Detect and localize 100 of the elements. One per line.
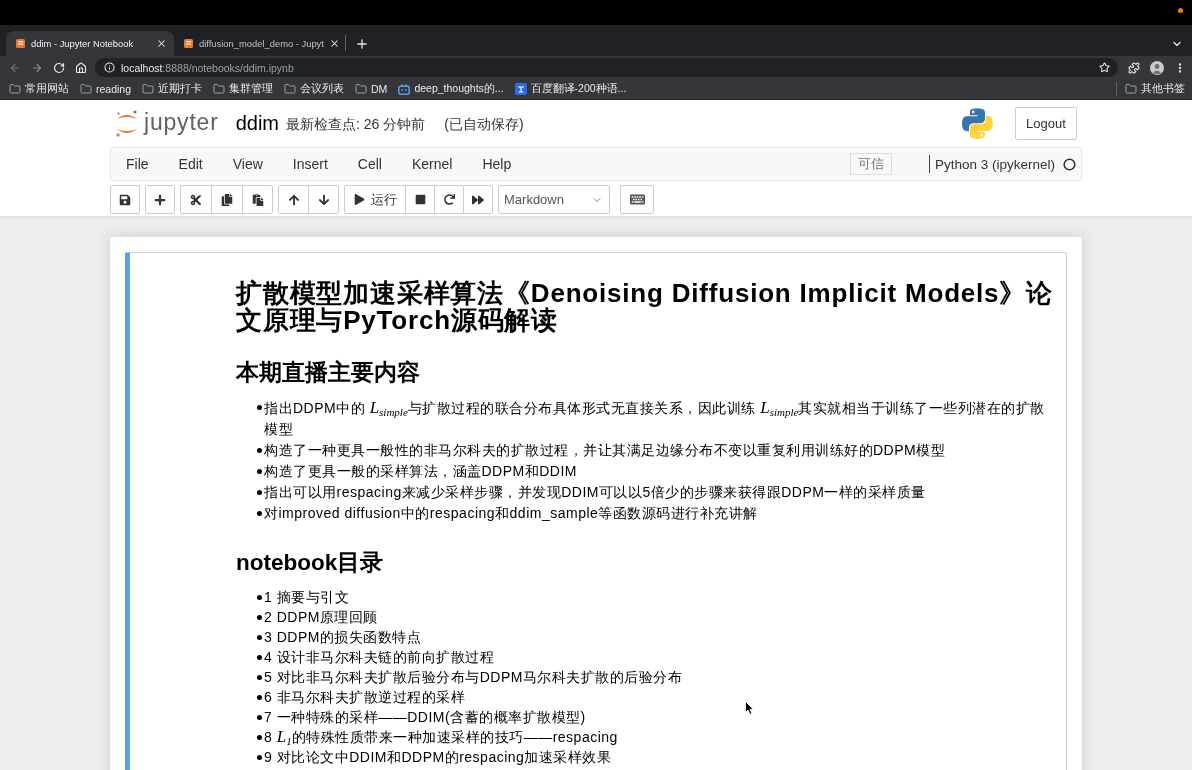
- logout-button[interactable]: Logout: [1015, 107, 1077, 140]
- close-icon[interactable]: [156, 38, 167, 49]
- tv-icon: [398, 83, 411, 95]
- toc-item: 6 非马尔科夫扩散逆过程的采样: [264, 688, 466, 707]
- menu-item[interactable]: Cell: [342, 148, 397, 180]
- bullet-icon: [257, 469, 262, 474]
- bookmark-item[interactable]: 集群管理: [213, 82, 274, 96]
- bookmark-item[interactable]: 百度翻译-200种语...: [514, 82, 627, 96]
- star-icon[interactable]: [1099, 62, 1110, 73]
- menu-item[interactable]: View: [217, 148, 278, 180]
- folder-icon: [284, 83, 297, 95]
- bookmark-item[interactable]: 会议列表: [284, 82, 345, 96]
- bookmark-item[interactable]: 常用网站: [9, 82, 69, 96]
- menu-item[interactable]: Insert: [277, 148, 343, 180]
- toc-item: 8 L$_{1}$的特殊性质带来一种加速采样的技巧——respacing: [264, 727, 618, 747]
- bullet-icon: [257, 448, 262, 453]
- folder-icon: [142, 83, 155, 95]
- list-item: 构造了更具一般的采样算法，涵盖DDPM和DDIM: [264, 462, 577, 481]
- restart-button[interactable]: [434, 185, 464, 214]
- arrow-down-icon: [317, 193, 330, 206]
- list-item: 构造了一种更具一般性的非马尔科夫的扩散过程，并让其满足边缘分布不变以重复利用训练好的DDPM模型: [264, 441, 946, 460]
- paste-button[interactable]: [242, 185, 273, 214]
- bullet-icon: [257, 594, 262, 600]
- bookmark-item[interactable]: DM: [355, 83, 388, 95]
- restart-icon: [443, 194, 455, 205]
- stop-icon: [414, 194, 426, 205]
- mouse-pointer-icon: [745, 701, 754, 715]
- other-bookmarks[interactable]: 其他书签: [1116, 82, 1185, 96]
- tile-icon: [514, 83, 527, 95]
- dot-icon: [1178, 8, 1183, 13]
- profile-avatar-icon[interactable]: [1150, 60, 1164, 75]
- fast-forward-icon: [472, 193, 484, 206]
- toc-item: 1 摘要与引文: [264, 588, 350, 607]
- cut-button[interactable]: [180, 185, 212, 214]
- close-icon[interactable]: [328, 38, 340, 49]
- list-item: 指出DDPM中的 L$_{simple}$与扩散过程的联合分布具体形式无直接关系，因此训练 L$_{simple}$其实就相当于训练了一些列潜在的扩散模型: [264, 397, 1046, 439]
- menu-item[interactable]: Edit: [163, 148, 218, 180]
- logo-icon: [115, 108, 139, 139]
- toc-item: 5 对比非马尔科夫扩散后验分布与DDPM马尔科夫扩散的后验分布: [264, 668, 683, 687]
- list-item: 指出可以用respacing来减少采样步骤，并发现DDIM可以以5倍少的步骤来获得跟DDPM一样的采样质量: [264, 483, 926, 502]
- plus-icon: [154, 193, 166, 206]
- toc-item: 3 DDPM的损失函数特点: [264, 628, 422, 647]
- copy-icon: [221, 193, 233, 206]
- folder-icon: [355, 83, 368, 95]
- bullet-icon: [257, 614, 262, 620]
- run-button[interactable]: 运行: [344, 185, 406, 214]
- toc-item: 2 DDPM原理回顾: [264, 608, 378, 627]
- move-down-button[interactable]: [308, 185, 339, 214]
- menu-item[interactable]: Help: [467, 148, 527, 180]
- menu-item[interactable]: File: [111, 148, 164, 180]
- toc-item: 9 对比论文中DDIM和DDPM的respacing加速采样效果: [264, 748, 612, 767]
- bullet-icon: [257, 490, 262, 495]
- copy-button[interactable]: [211, 185, 243, 214]
- forward-icon[interactable]: [31, 61, 43, 74]
- arrow-up-icon: [287, 193, 300, 206]
- python-logo-icon: [962, 108, 993, 139]
- checkpoint-status: 最新检查点: 26 分钟前: [286, 115, 426, 134]
- bullet-icon: [257, 654, 262, 660]
- toc-item: 7 一种特殊的采样——DDIM(含蓄的概率扩散模型): [264, 708, 586, 727]
- bullet-icon: [257, 405, 262, 410]
- menu-item[interactable]: Kernel: [396, 148, 468, 180]
- folder-icon: [1125, 83, 1137, 95]
- reload-icon[interactable]: [53, 61, 65, 74]
- bullet-icon: [257, 734, 262, 740]
- stop-button[interactable]: [405, 185, 435, 214]
- browser-tab[interactable]: diffusion_model_demo - Jupyt: [174, 31, 342, 56]
- puzzle-icon[interactable]: [1128, 61, 1140, 74]
- trusted-indicator[interactable]: 可信: [849, 153, 892, 175]
- folder-icon: [80, 83, 92, 95]
- autosave-status: (已自动保存): [444, 115, 524, 134]
- bullet-icon: [257, 714, 262, 720]
- logo-text[interactable]: jupyter: [144, 107, 219, 136]
- address-bar[interactable]: localhost:8888/notebooks/ddim.ipynb: [95, 58, 1118, 77]
- folder-icon: [9, 83, 21, 95]
- bullet-icon: [257, 674, 262, 680]
- title-heading: 扩散模型加速采样算法《Denoising Diffusion Implicit Models》论文原理与PyTorch源码解读: [236, 280, 1054, 334]
- toc-item: 4 设计非马尔科夫链的前向扩散过程: [264, 648, 495, 667]
- book-icon: [183, 38, 194, 49]
- keyboard-icon: [629, 192, 645, 207]
- home-icon[interactable]: [75, 61, 87, 74]
- save-icon: [119, 193, 131, 206]
- book-icon: [15, 38, 26, 49]
- move-up-button[interactable]: [278, 185, 309, 214]
- notebook-name[interactable]: ddim: [235, 112, 279, 135]
- keyboard-button[interactable]: [620, 185, 654, 214]
- section-heading: 本期直播主要内容: [236, 360, 421, 386]
- play-icon: [353, 194, 365, 205]
- bookmark-item[interactable]: deep_thoughts的...: [398, 82, 504, 96]
- bullet-icon: [257, 694, 262, 700]
- browser-tab[interactable]: ddim - Jupyter Notebook: [6, 31, 174, 56]
- bookmark-item[interactable]: 近期打卡: [142, 82, 203, 96]
- insert-cell-button[interactable]: [145, 185, 175, 214]
- kernel-name[interactable]: Python 3 (ipykernel): [934, 156, 1055, 172]
- scissors-icon: [190, 193, 202, 206]
- bookmark-item[interactable]: reading: [80, 83, 132, 95]
- section-heading: notebook目录: [236, 550, 385, 576]
- new-tab-icon[interactable]: [355, 36, 369, 51]
- cell-type-select[interactable]: Markdown: [498, 185, 610, 214]
- run-all-button[interactable]: [463, 185, 493, 214]
- save-button[interactable]: [110, 185, 140, 214]
